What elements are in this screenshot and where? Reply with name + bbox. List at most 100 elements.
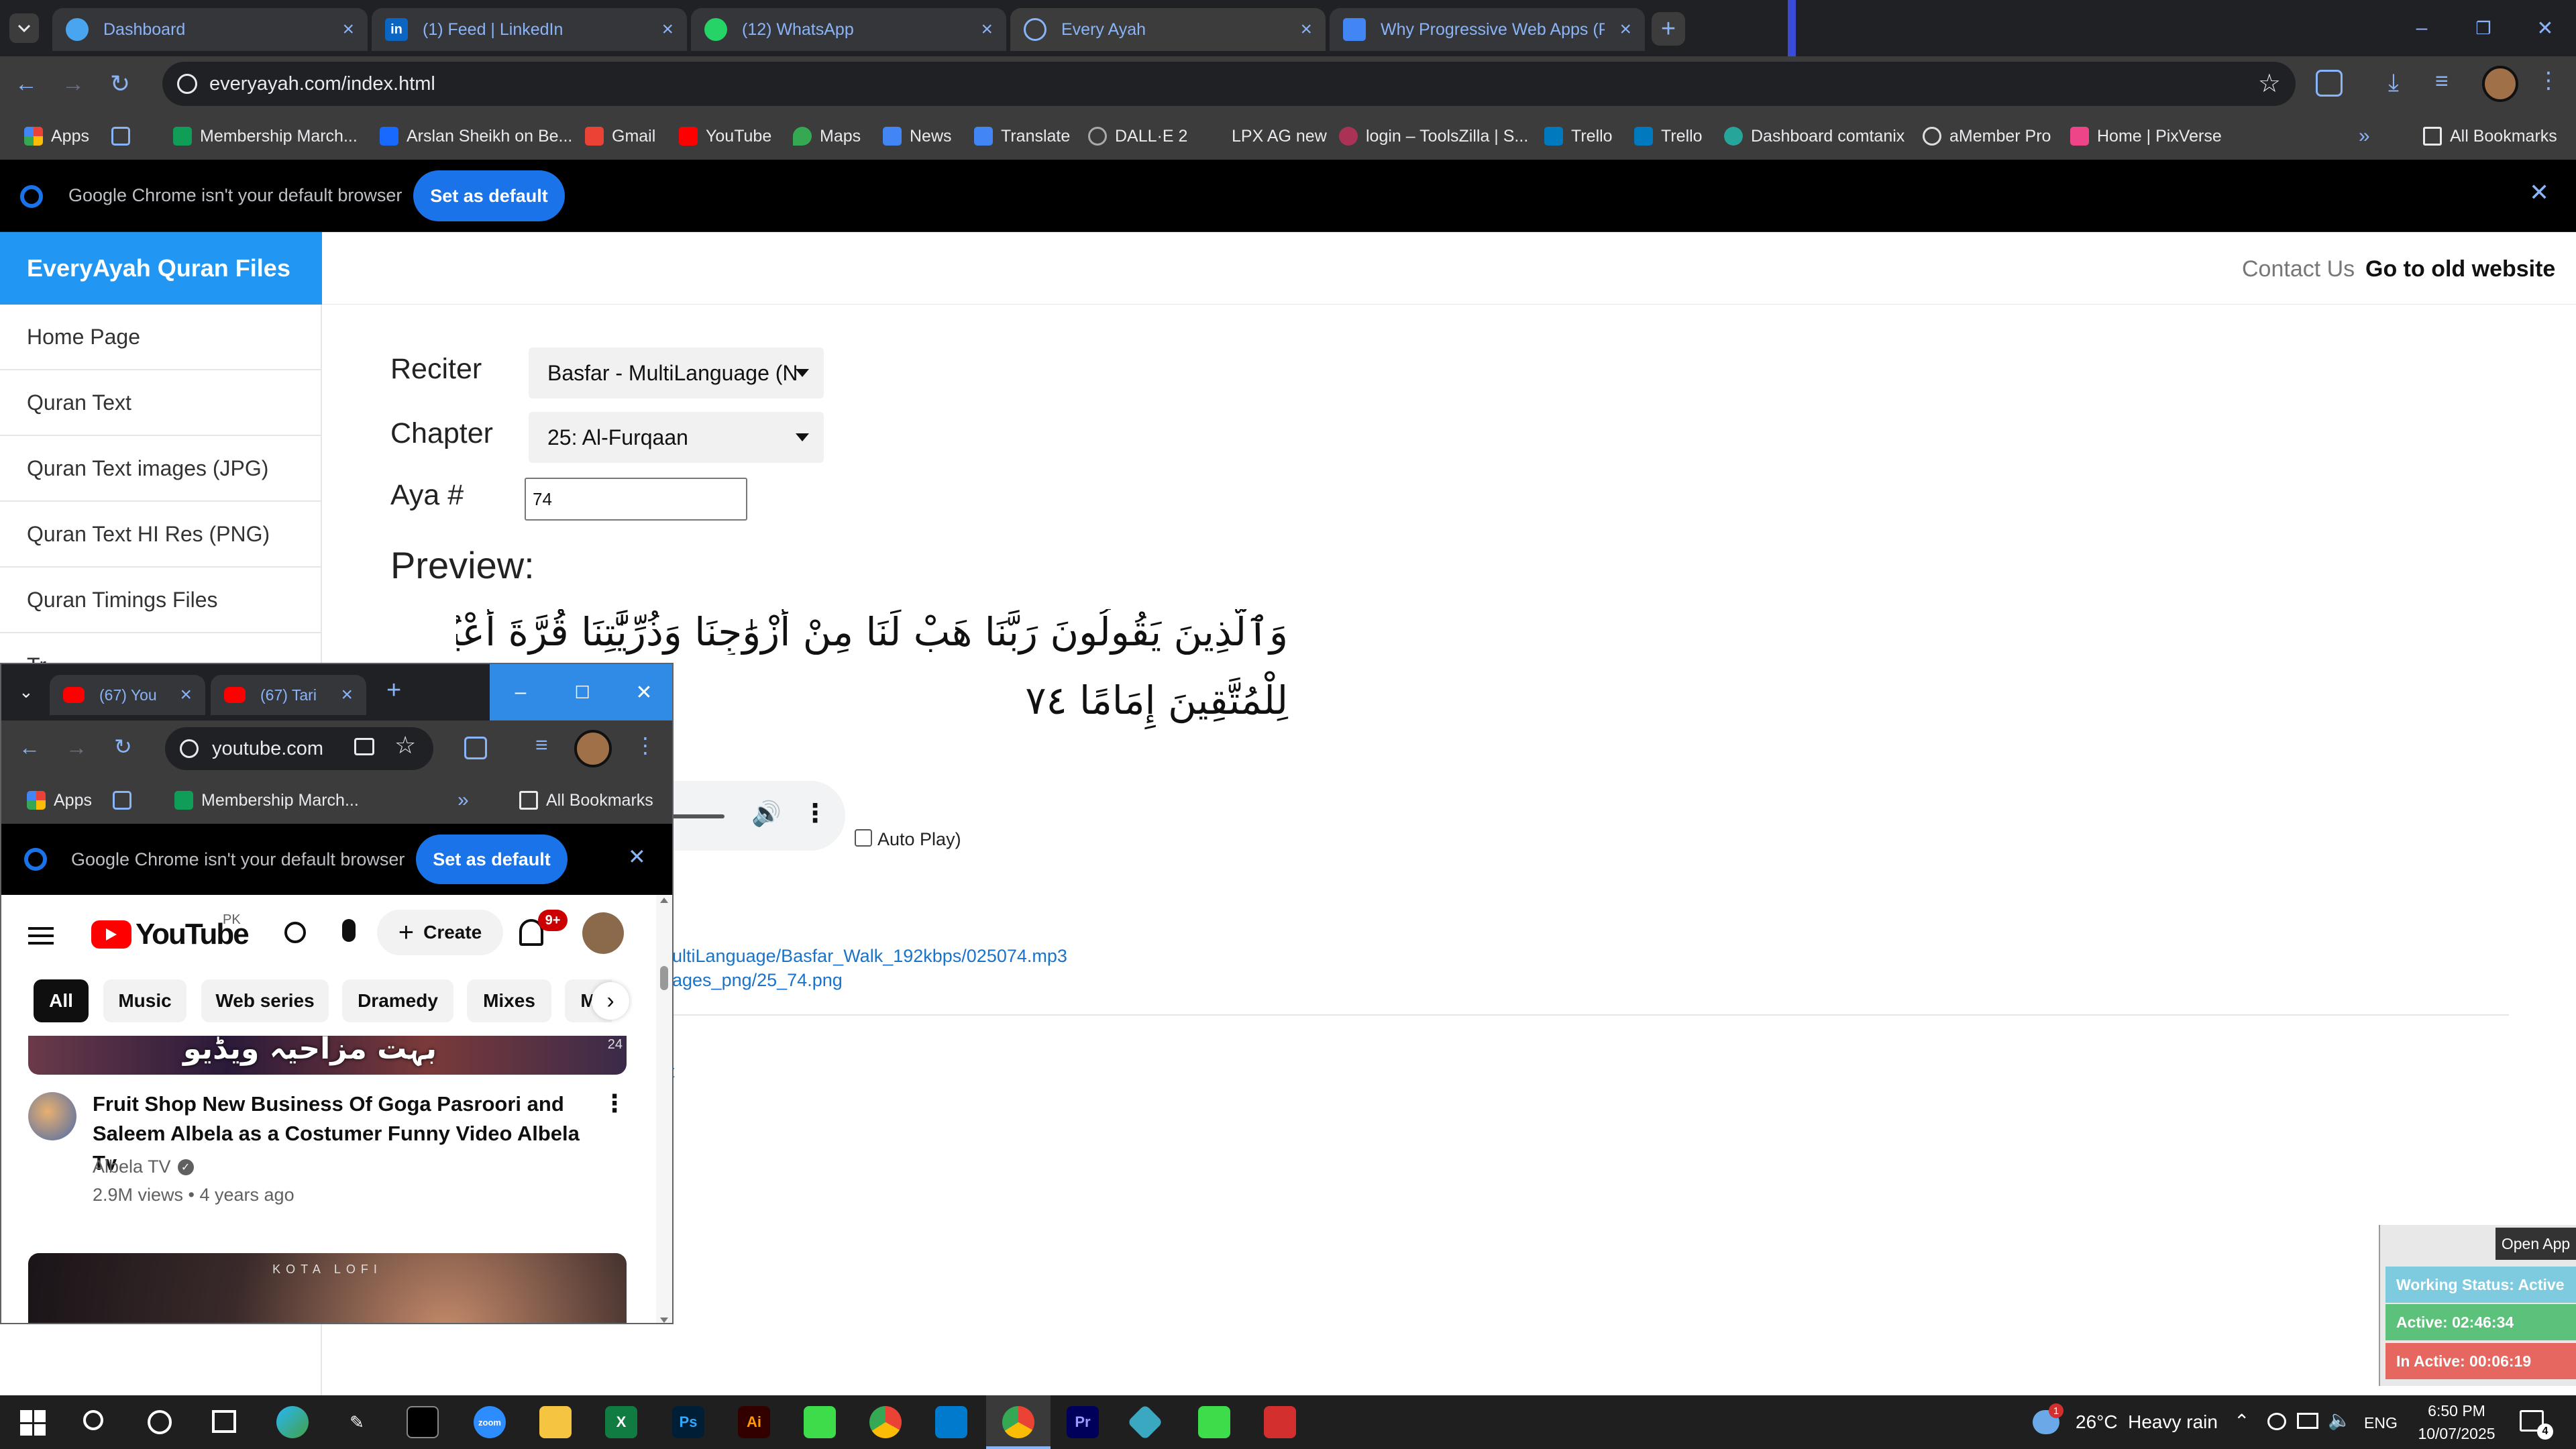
chevron-down-icon[interactable]: ⌄ <box>19 682 34 702</box>
bookmarks-overflow-icon[interactable]: » <box>458 788 469 813</box>
tab-linkedin[interactable]: in (1) Feed | LinkedIn × <box>372 8 687 51</box>
green-app-icon[interactable] <box>804 1406 836 1438</box>
aya-input[interactable]: 74 <box>525 478 747 521</box>
tab-search-button[interactable] <box>9 13 39 43</box>
contact-us-link[interactable]: Contact Us <box>2242 256 2355 282</box>
media-queue-icon[interactable]: ≡ <box>535 733 548 757</box>
next-video-thumbnail[interactable]: KOTA LOFI <box>28 1253 627 1323</box>
scrollbar-thumb[interactable] <box>660 966 668 990</box>
old-website-link[interactable]: Go to old website <box>2365 256 2555 282</box>
bookmark-membership[interactable]: Membership March... <box>173 123 358 149</box>
chrome-icon[interactable] <box>869 1406 902 1438</box>
volume-icon[interactable]: 🔊 <box>751 800 782 828</box>
image-file-link[interactable]: ages_png/25_74.png <box>672 970 843 991</box>
set-as-default-button[interactable]: Set as default <box>413 170 565 221</box>
audio-file-link[interactable]: ultiLanguage/Basfar_Walk_192kbps/025074.… <box>672 946 1067 967</box>
close-window-button[interactable]: ✕ <box>613 664 672 720</box>
site-info-icon[interactable] <box>177 74 197 94</box>
close-icon[interactable]: ✕ <box>2529 178 2549 207</box>
more-menu-icon[interactable]: ⋮ <box>635 733 656 758</box>
sidebar-item-quran-text[interactable]: Quran Text <box>0 370 321 436</box>
open-app-button[interactable]: Open App <box>2496 1228 2576 1260</box>
excel-icon[interactable]: X <box>605 1406 637 1438</box>
forward-icon[interactable]: → <box>66 735 87 760</box>
media-queue-icon[interactable]: ≡ <box>2435 68 2449 95</box>
yt-tab-1[interactable]: (67) You × <box>50 675 205 715</box>
sidebar-item-hi-res[interactable]: Quran Text HI Res (PNG) <box>0 502 321 568</box>
close-icon[interactable]: × <box>981 18 993 41</box>
hamburger-menu-icon[interactable] <box>28 927 54 945</box>
install-app-icon[interactable] <box>354 738 374 755</box>
sidebar-item-home[interactable]: Home Page <box>0 305 321 370</box>
yt-address-bar[interactable]: youtube.com <box>165 727 433 770</box>
microphone-icon[interactable] <box>342 919 356 942</box>
chip-scroll-right-button[interactable]: › <box>592 982 629 1020</box>
bookmark-news[interactable]: News <box>883 123 952 149</box>
reciter-select[interactable]: Basfar - MultiLanguage (N <box>529 347 824 398</box>
weather-text[interactable]: 26°C Heavy rain <box>2076 1411 2218 1433</box>
bookmark-trello-2[interactable]: Trello <box>1634 123 1703 149</box>
scrollbar[interactable] <box>656 895 672 1323</box>
sidebar-item-timings[interactable]: Quran Timings Files <box>0 568 321 633</box>
star-icon[interactable]: ☆ <box>2258 68 2281 99</box>
minimize-button[interactable]: – <box>490 664 551 720</box>
search-icon[interactable] <box>284 922 306 943</box>
bookmark-apps[interactable]: Apps <box>24 123 89 149</box>
bookmark-comtanix[interactable]: Dashboard comtanix <box>1724 123 1904 149</box>
create-button[interactable]: + Create <box>377 910 503 955</box>
set-as-default-button[interactable]: Set as default <box>416 835 568 884</box>
network-icon[interactable] <box>2297 1413 2318 1429</box>
bookmark-toolszilla[interactable]: login – ToolsZilla | S... <box>1339 123 1528 149</box>
sidebar-item-text-images[interactable]: Quran Text images (JPG) <box>0 436 321 502</box>
scroll-up-arrow-icon[interactable] <box>660 898 668 903</box>
extensions-icon[interactable] <box>2316 70 2343 97</box>
task-view-icon[interactable] <box>212 1410 236 1433</box>
bookmark-behance[interactable]: Arslan Sheikh on Be... <box>380 123 572 149</box>
tab-every-ayah[interactable]: Every Ayah × <box>1010 8 1326 51</box>
forward-icon[interactable]: → <box>62 71 85 97</box>
video-thumbnail[interactable]: بہت مزاحیہ ویڈیو 24 <box>28 1036 627 1075</box>
terminal-icon[interactable] <box>407 1406 439 1438</box>
illustrator-icon[interactable]: Ai <box>738 1406 770 1438</box>
clock[interactable]: 6:50 PM 10/07/2025 <box>2415 1399 2498 1445</box>
bookmark-tab-groups[interactable] <box>113 788 131 813</box>
bookmark-amember[interactable]: aMember Pro <box>1923 123 2051 149</box>
close-icon[interactable]: × <box>1300 18 1312 41</box>
chapter-select[interactable]: 25: Al-Furqaan <box>529 412 824 463</box>
autoplay-checkbox[interactable] <box>855 829 872 847</box>
chip-music[interactable]: Music <box>103 979 186 1022</box>
language-indicator[interactable]: ENG <box>2364 1414 2398 1432</box>
bookmark-youtube[interactable]: YouTube <box>679 123 771 149</box>
close-window-button[interactable]: ✕ <box>2514 0 2576 56</box>
tab-whatsapp[interactable]: (12) WhatsApp × <box>691 8 1006 51</box>
avatar[interactable] <box>2482 66 2518 102</box>
more-options-icon[interactable]: ⋮ <box>802 798 828 828</box>
restore-button[interactable]: ❐ <box>2453 0 2514 56</box>
more-menu-icon[interactable]: ⋮ <box>2537 67 2560 94</box>
bookmark-lpx[interactable]: LPX AG new <box>1205 123 1327 149</box>
all-bookmarks-button[interactable]: All Bookmarks <box>2423 123 2557 149</box>
maximize-button[interactable]: ☐ <box>551 664 613 720</box>
reload-icon[interactable]: ↻ <box>114 734 132 759</box>
star-icon[interactable]: ☆ <box>394 731 416 759</box>
close-icon[interactable]: ✕ <box>628 844 646 869</box>
tab-pwa-article[interactable]: Why Progressive Web Apps (PV × <box>1330 8 1645 51</box>
chip-web-series[interactable]: Web series <box>201 979 329 1022</box>
channel-name[interactable]: Albela TV ✓ <box>93 1157 194 1177</box>
camera-icon[interactable] <box>2267 1413 2286 1430</box>
vscode-icon[interactable] <box>935 1406 967 1438</box>
bookmarks-overflow-icon[interactable]: » <box>2359 123 2370 149</box>
chip-all[interactable]: All <box>34 979 89 1022</box>
bookmark-dalle[interactable]: DALL·E 2 <box>1088 123 1187 149</box>
bookmark-translate[interactable]: Translate <box>974 123 1070 149</box>
scroll-down-arrow-icon[interactable] <box>660 1318 668 1323</box>
close-icon[interactable]: × <box>1619 18 1631 41</box>
bookmark-apps[interactable]: Apps <box>27 788 92 813</box>
file-explorer-icon[interactable] <box>539 1406 572 1438</box>
windows-start-icon[interactable] <box>20 1410 46 1436</box>
new-tab-button[interactable]: + <box>1652 12 1685 46</box>
avatar[interactable] <box>574 730 612 767</box>
acrobat-icon[interactable] <box>1264 1406 1296 1438</box>
bookmark-pixverse[interactable]: Home | PixVerse <box>2070 123 2222 149</box>
bookmark-membership[interactable]: Membership March... <box>174 788 359 813</box>
